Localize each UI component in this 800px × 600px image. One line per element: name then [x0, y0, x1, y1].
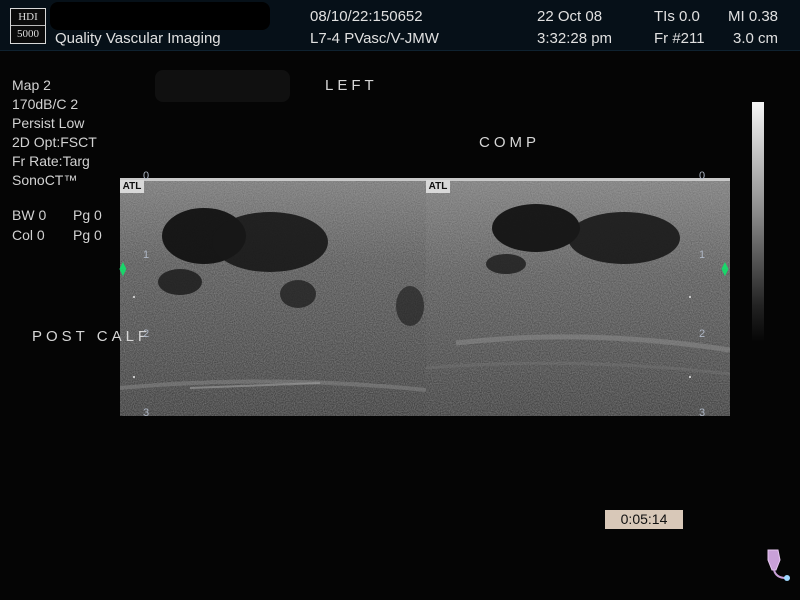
setting-line: Map 2	[12, 77, 51, 93]
depth-dot	[689, 376, 691, 378]
atl-tag-right: ATL	[426, 180, 450, 193]
ultrasound-screen: HDI 5000 Quality Vascular Imaging 08/10/…	[0, 0, 800, 600]
setting-line: 2D Opt:FSCT	[12, 134, 97, 150]
depth-tick-label: 2	[143, 328, 150, 340]
skin-line	[120, 178, 426, 181]
col-setting: Col 0	[12, 227, 45, 243]
system-logo: HDI 5000	[10, 8, 46, 44]
depth-tick-label: 1	[143, 249, 150, 261]
mechanical-index: MI 0.38	[728, 8, 779, 25]
depth-setting: 3.0 cm	[733, 30, 779, 47]
logo-top: HDI	[11, 9, 45, 26]
depth-tick-label: 0	[699, 170, 706, 182]
redacted-annotation	[155, 70, 290, 102]
grayscale-bar	[752, 102, 764, 342]
facility-name: Quality Vascular Imaging	[55, 30, 221, 47]
depth-dot	[133, 376, 135, 378]
probe-icon	[767, 549, 790, 581]
study-id: 08/10/22:150652	[310, 8, 423, 25]
logo-bottom: 5000	[17, 28, 39, 40]
comp-label: COMP	[479, 134, 540, 151]
setting-line: 170dB/C 2	[12, 96, 79, 112]
depth-dot	[689, 296, 691, 298]
atl-tag-left: ATL	[120, 180, 144, 193]
ultrasound-image-right	[426, 178, 730, 416]
depth-tick-label: 3	[699, 407, 706, 419]
thermal-index: TIs 0.0	[654, 8, 700, 25]
frame-number: Fr #211	[654, 30, 705, 47]
depth-tick-label: 0	[143, 170, 150, 182]
depth-dot	[133, 296, 135, 298]
bw-setting: BW 0	[12, 207, 47, 223]
left-sonogram	[120, 178, 426, 416]
pg-setting: Pg 0	[73, 207, 102, 223]
right-sonogram	[426, 178, 730, 416]
side-label: LEFT	[325, 77, 378, 94]
up-down-arrow-icon: ▲ ▼	[117, 258, 129, 279]
up-down-arrow-icon: ▲ ▼	[719, 258, 731, 279]
exam-date: 22 Oct 08	[537, 8, 603, 25]
anatomy-label: POST CALF	[32, 328, 152, 345]
probe-preset: L7-4 PVasc/V-JMW	[310, 30, 439, 47]
ultrasound-image-left	[120, 178, 426, 416]
redacted-patient-name	[50, 2, 270, 30]
setting-line: Persist Low	[12, 115, 85, 131]
depth-tick-label: 2	[699, 328, 706, 340]
skin-line	[426, 178, 730, 181]
depth-tick-label: 3	[143, 407, 150, 419]
settings-panel: Map 2 170dB/C 2 Persist Low 2D Opt:FSCT …	[12, 76, 97, 190]
depth-tick-label: 1	[699, 249, 706, 261]
setting-line: Fr Rate:Targ	[12, 153, 90, 169]
exam-time: 3:32:28 pm	[537, 30, 613, 47]
setting-line: SonoCT™	[12, 172, 78, 188]
timer: 0:05:14	[605, 510, 683, 529]
pg-setting-2: Pg 0	[73, 227, 102, 243]
